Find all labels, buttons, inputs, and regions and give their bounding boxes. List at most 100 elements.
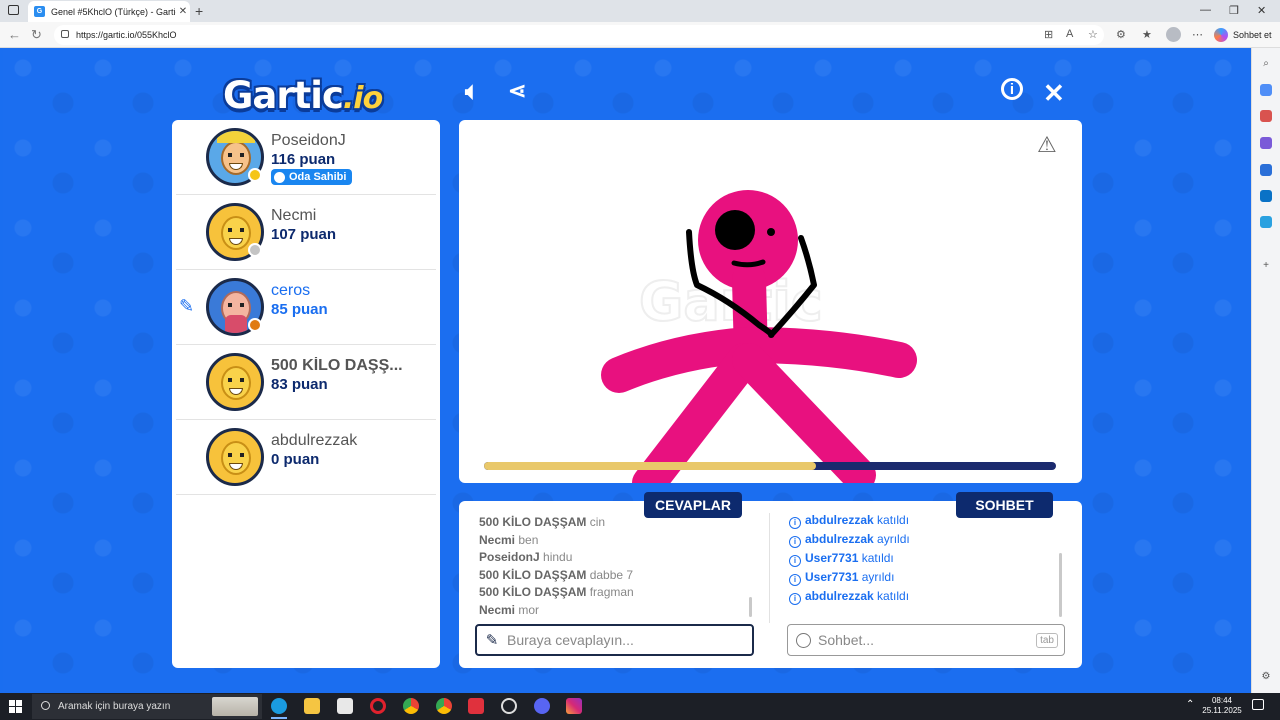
tab-chat[interactable]: SOHBET [956,492,1053,518]
browser-tab[interactable]: G Genel #5KhclO (Türkçe) - Gartic.io ✕ [28,1,190,22]
gartic-logo: Gartic.io [223,74,383,117]
chat-input[interactable] [818,632,1037,648]
chat-bubble-icon [788,632,818,648]
app-icon[interactable] [468,698,484,714]
favorite-star-icon[interactable]: ☆ [1088,28,1098,41]
add-sidebar-icon[interactable]: + [1260,260,1272,272]
player-avatar [206,428,264,486]
favorites-list-icon[interactable]: ★ [1142,28,1152,41]
close-tab-icon[interactable]: ✕ [176,6,190,17]
gartic-favicon-icon: G [34,6,45,17]
player-row[interactable]: ✎ ceros 85 puan [176,270,436,345]
read-aloud-icon[interactable]: A [1066,28,1073,40]
discord-icon[interactable] [534,698,550,714]
drop-icon[interactable] [1260,216,1272,228]
player-points: 83 puan [271,376,328,393]
copilot-label: Sohbet et [1233,30,1272,40]
drawing-canvas[interactable]: Gartic ⚠ [459,120,1082,483]
info-icon: i [789,574,801,586]
exit-icon[interactable]: ✕ [1043,78,1065,109]
tools-icon[interactable] [1260,110,1272,122]
player-row[interactable]: 500 KİLO DAŞŞ... 83 puan [176,345,436,420]
active-indicator [271,717,287,719]
clock-date: 25.11.2025 [1202,706,1242,715]
url-text: https://gartic.io/055KhclO [76,30,177,40]
shopping-icon[interactable] [1260,84,1272,96]
player-name: abdulrezzak [271,432,358,449]
sound-icon[interactable]: 🔈︎ [465,78,479,106]
player-points: 85 puan [271,301,328,318]
tab-title: Genel #5KhclO (Türkçe) - Gartic.io [51,6,176,17]
list-item: Necmi ben [479,532,539,547]
app-available-icon[interactable]: ⊞ [1044,28,1053,41]
tab-answers[interactable]: CEVAPLAR [644,492,742,518]
info-icon: i [789,555,801,567]
file-explorer-icon[interactable] [304,698,320,714]
chrome-icon[interactable] [403,698,419,714]
new-tab-icon[interactable]: + [195,3,203,19]
notifications-icon[interactable] [1252,699,1264,710]
close-window-icon[interactable]: ✕ [1257,4,1266,17]
chat-field[interactable]: tab [787,624,1065,656]
tab-actions-icon[interactable] [8,5,19,15]
steam-icon[interactable] [501,698,517,714]
taskbar-clock[interactable]: 08:44 25.11.2025 [1200,696,1244,716]
extensions-icon[interactable]: ⚙ [1116,28,1126,41]
opera-icon[interactable] [370,698,386,714]
more-menu-icon[interactable]: ⋯ [1192,28,1203,41]
search-icon[interactable]: ⌕ [1260,58,1272,70]
drawing-pencil-icon: ✎ [179,296,195,316]
chat-scrollbar[interactable] [1059,553,1062,617]
player-status-dot [248,318,262,332]
info-icon: i [789,593,801,605]
store-icon[interactable] [337,698,353,714]
profile-avatar[interactable] [1166,27,1181,42]
player-points: 0 puan [271,451,320,468]
player-row[interactable]: Necmi 107 puan [176,195,436,270]
report-warning-icon[interactable]: ⚠ [1037,132,1057,158]
list-item: i User7731 ayrıldı [789,568,1059,587]
instagram-icon[interactable] [566,698,582,714]
microsoft365-icon[interactable] [1260,164,1272,176]
round-timer-fill [484,462,816,470]
list-item: i User7731 katıldı [789,549,1059,568]
answers-scrollbar[interactable] [749,597,752,617]
search-icon [41,701,50,710]
taskbar-search[interactable]: Aramak için buraya yazın [32,694,262,719]
minimize-icon[interactable]: — [1200,4,1211,16]
edge-icon[interactable] [271,698,287,714]
list-item: 500 KİLO DAŞŞAM dabbe 7 [479,567,634,582]
list-item: PoseidonJ hindu [479,550,573,564]
answer-field[interactable]: ✎ [475,624,754,656]
site-info-icon[interactable] [61,30,69,38]
chrome-profile-icon[interactable] [436,698,452,714]
browser-tab-bar: G Genel #5KhclO (Türkçe) - Gartic.io ✕ +… [0,0,1280,22]
drawing: Gartic [601,190,917,483]
copilot-button[interactable]: Sohbet et [1214,26,1272,44]
room-owner-badge: Oda Sahibi [271,169,353,185]
player-name: PoseidonJ [271,132,346,149]
tray-chevron-icon[interactable]: ⌃ [1186,700,1194,710]
player-list: PoseidonJ 116 puan Oda Sahibi Necmi 107 … [172,120,440,668]
windows-start-icon[interactable] [9,700,22,713]
answer-input[interactable] [507,632,752,648]
back-icon[interactable]: ← [8,27,21,42]
player-status-dot [248,168,262,182]
sidebar-settings-icon[interactable]: ⚙ [1260,671,1272,683]
info-icon[interactable]: i [1001,78,1023,100]
stick-figure [601,190,917,483]
player-points: 107 puan [271,226,337,243]
outlook-icon[interactable] [1260,190,1272,202]
player-row[interactable]: abdulrezzak 0 puan [176,420,436,495]
crown-icon [274,171,285,183]
info-icon: i [789,536,801,548]
games-icon[interactable] [1260,137,1272,149]
player-row[interactable]: PoseidonJ 116 puan Oda Sahibi [176,120,436,195]
owner-badge-label: Oda Sahibi [289,171,347,183]
copilot-icon [1214,28,1228,42]
address-bar-row: ← ↻ https://gartic.io/055KhclO ⊞ A ☆ ⚙ ★… [0,22,1280,48]
refresh-icon[interactable]: ↻ [31,27,42,43]
url-field[interactable]: https://gartic.io/055KhclO [54,25,1104,45]
maximize-icon[interactable]: ❐ [1229,4,1239,17]
share-icon[interactable]: ⋖ [508,78,526,104]
